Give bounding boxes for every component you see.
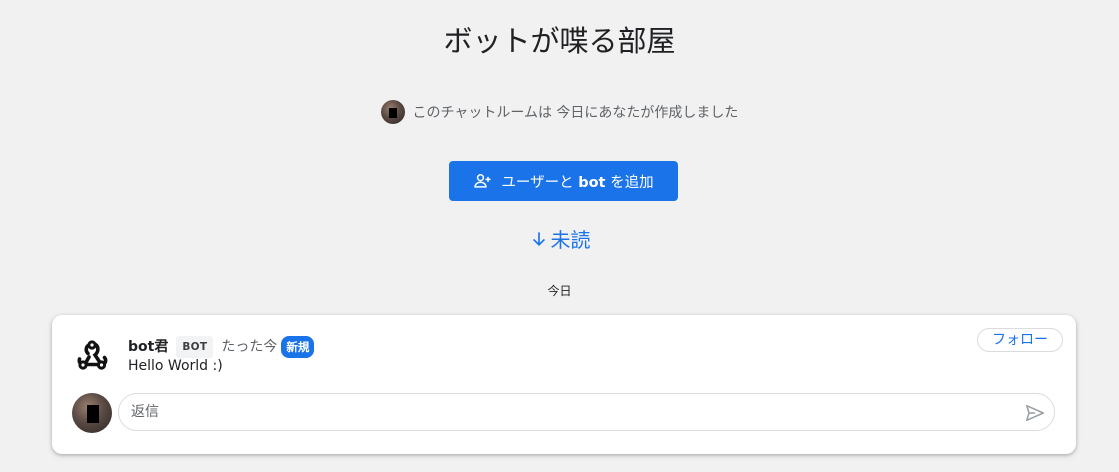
- avatar: [380, 100, 405, 124]
- reply-input[interactable]: [129, 403, 1013, 421]
- jump-to-unread[interactable]: 未読: [0, 224, 1119, 253]
- add-users-and-bots-button[interactable]: ユーザーと bot を追加: [449, 161, 678, 201]
- room-creator-info: このチャットルームは 今日にあなたが作成しました: [0, 100, 1119, 124]
- message-header: bot君 BOT たった今 新規: [128, 336, 315, 358]
- message-thread: bot君 BOT たった今 新規 Hello World :) フォロー: [52, 315, 1076, 454]
- send-icon[interactable]: [1024, 402, 1046, 424]
- reply-field[interactable]: [118, 393, 1055, 431]
- new-badge: 新規: [281, 336, 315, 358]
- add-button-label: ユーザーと bot を追加: [501, 174, 654, 191]
- unread-label: 未読: [550, 228, 591, 252]
- message-body: Hello World :): [128, 358, 223, 374]
- person-add-icon: [474, 174, 491, 188]
- avatar: [72, 393, 112, 433]
- webhook-icon: [77, 340, 108, 370]
- message-timestamp: たった今: [221, 339, 278, 355]
- chat-room-view: ボットが喋る部屋 このチャットルームは 今日にあなたが作成しました ユーザーと …: [0, 0, 1119, 472]
- room-creator-text: このチャットルームは 今日にあなたが作成しました: [412, 105, 739, 121]
- follow-button[interactable]: フォロー: [977, 328, 1063, 352]
- arrow-down-icon: [532, 231, 545, 246]
- bot-badge: BOT: [176, 336, 214, 358]
- date-divider: 今日: [547, 284, 572, 298]
- room-title: ボットが喋る部屋: [443, 24, 676, 58]
- sender-name[interactable]: bot君: [128, 337, 168, 357]
